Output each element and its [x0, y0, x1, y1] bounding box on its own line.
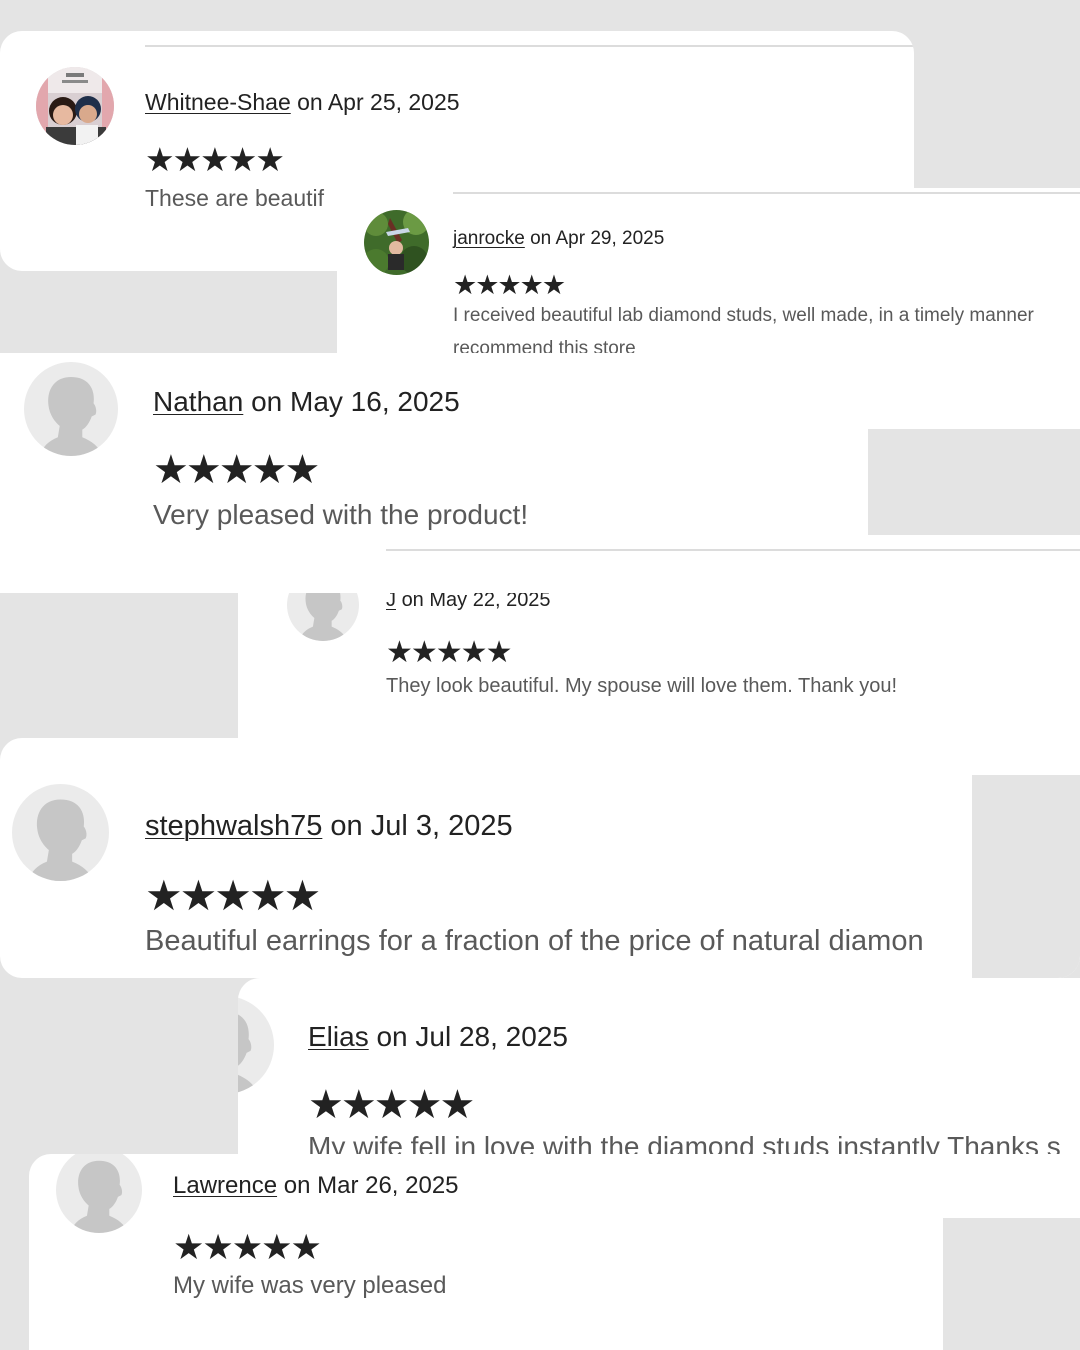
review-date: on Jul 3, 2025 [330, 810, 513, 842]
username-link[interactable]: Whitnee-Shae [145, 89, 291, 115]
review-text: Beautiful earrings for a fraction of the… [145, 925, 924, 957]
review-date: on Apr 29, 2025 [530, 228, 665, 249]
username-link[interactable]: J [386, 593, 396, 611]
rating-stars: ★★★★★ [308, 1083, 475, 1127]
background-gap [972, 775, 1080, 978]
user-silhouette-icon [238, 996, 274, 1094]
review-header: Whitnee-Shae on Apr 25, 2025 [145, 89, 460, 116]
review-text-line-2: recommend this store [453, 338, 636, 353]
rating-stars: ★★★★★ [386, 636, 512, 669]
divider [386, 549, 1080, 551]
review-card-janrocke: janrocke on Apr 29, 2025 ★★★★★ I receive… [337, 188, 1080, 353]
review-text: They look beautiful. My spouse will love… [386, 675, 897, 697]
review-card-stephwalsh75: stephwalsh75 on Jul 3, 2025 ★★★★★ Beauti… [0, 738, 1080, 978]
default-avatar[interactable] [56, 1154, 142, 1233]
user-photo-icon [36, 67, 114, 145]
user-silhouette-icon [12, 784, 109, 881]
user-photo-icon [364, 210, 429, 275]
review-header: J on May 22, 2025 [386, 593, 551, 612]
review-date: on Mar 26, 2025 [283, 1172, 459, 1199]
background-gap [943, 1218, 1080, 1350]
review-header: stephwalsh75 on Jul 3, 2025 [145, 810, 513, 843]
review-header: Elias on Jul 28, 2025 [308, 1021, 568, 1053]
divider [453, 192, 1080, 194]
rating-stars: ★★★★★ [453, 270, 566, 300]
username-link[interactable]: stephwalsh75 [145, 810, 322, 842]
review-text: Very pleased with the product! [153, 499, 529, 530]
user-silhouette-icon [287, 593, 359, 641]
review-text: My wife fell in love with the diamond st… [308, 1131, 1061, 1156]
default-avatar[interactable] [12, 784, 109, 881]
user-photo-avatar[interactable] [364, 210, 429, 275]
username-link[interactable]: Elias [308, 1021, 369, 1052]
review-date: on Jul 28, 2025 [376, 1021, 568, 1052]
review-card-nathan: Nathan on May 16, 2025 ★★★★★ Very please… [0, 353, 1080, 593]
default-avatar[interactable] [24, 362, 118, 456]
review-date: on May 22, 2025 [401, 593, 551, 611]
username-link[interactable]: Lawrence [173, 1172, 277, 1199]
username-link[interactable]: Nathan [153, 386, 243, 417]
review-date: on Apr 25, 2025 [297, 89, 460, 115]
rating-stars: ★★★★★ [153, 448, 320, 492]
user-silhouette-icon [24, 362, 118, 456]
review-card-lawrence: Lawrence on Mar 26, 2025 ★★★★★ My wife w… [29, 1154, 1080, 1350]
user-silhouette-icon [56, 1154, 142, 1233]
review-header: Lawrence on Mar 26, 2025 [173, 1172, 459, 1200]
default-avatar[interactable] [238, 996, 274, 1094]
review-header: janrocke on Apr 29, 2025 [453, 228, 664, 250]
rating-stars: ★★★★★ [145, 141, 285, 178]
review-card-elias: Elias on Jul 28, 2025 ★★★★★ My wife fell… [238, 978, 1080, 1156]
rating-stars: ★★★★★ [145, 872, 321, 919]
review-text: These are beautif [145, 185, 325, 211]
divider [145, 45, 914, 47]
background-gap [868, 429, 1080, 535]
username-link[interactable]: janrocke [453, 228, 525, 249]
review-text: I received beautiful lab diamond studs, … [453, 305, 1034, 326]
review-header: Nathan on May 16, 2025 [153, 386, 460, 418]
review-text: My wife was very pleased [173, 1272, 447, 1299]
review-card-j: J on May 22, 2025 ★★★★★ They look beauti… [238, 593, 1080, 740]
default-avatar[interactable] [287, 593, 359, 641]
review-date: on May 16, 2025 [251, 386, 460, 417]
user-photo-avatar[interactable] [36, 67, 114, 145]
rating-stars: ★★★★★ [173, 1228, 322, 1267]
